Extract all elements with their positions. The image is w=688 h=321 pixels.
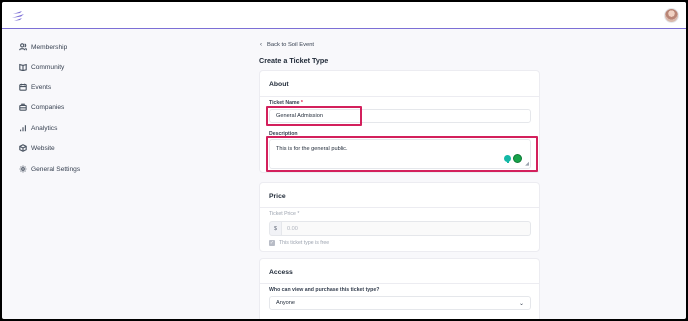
free-checkbox-row[interactable]: ✓ This ticket type is free: [269, 240, 329, 246]
ticket-name-highlight: [266, 106, 362, 126]
sidebar-item-label: Events: [31, 83, 52, 91]
access-card: Access Who can view and purchase this ti…: [259, 258, 540, 319]
calendar-icon: [19, 83, 27, 91]
book-icon: [19, 63, 27, 71]
ticket-price-label: Ticket Price *: [269, 211, 300, 217]
chevron-down-icon: ⌄: [518, 301, 524, 307]
about-title: About: [269, 81, 289, 88]
back-link[interactable]: ‹ Back to Soil Event: [260, 42, 314, 48]
free-checkbox[interactable]: ✓: [269, 240, 275, 246]
users-icon: [19, 43, 27, 51]
ticket-price-group: $ 0.00: [269, 221, 531, 236]
access-title: Access: [269, 269, 293, 276]
top-bar: [2, 2, 686, 29]
sidebar-item-community[interactable]: Community: [19, 60, 64, 74]
access-selected-option: Anyone: [276, 300, 295, 306]
sidebar-item-companies[interactable]: Companies: [19, 100, 64, 114]
divider: [260, 96, 539, 97]
access-question-label: Who can view and purchase this ticket ty…: [269, 287, 380, 293]
avatar[interactable]: [664, 8, 679, 23]
sidebar-item-membership[interactable]: Membership: [19, 40, 67, 54]
price-title: Price: [269, 193, 286, 200]
sidebar-item-label: Analytics: [31, 124, 58, 132]
sidebar-item-label: Membership: [31, 43, 68, 51]
description-highlight: [266, 136, 538, 172]
price-card: Price Ticket Price * $ 0.00 ✓ This ticke…: [259, 182, 540, 252]
bar-chart-icon: [20, 125, 26, 132]
price-placeholder: 0.00: [287, 225, 298, 232]
sidebar-item-label: Community: [31, 63, 65, 71]
app-logo-icon[interactable]: [11, 10, 25, 22]
sidebar-item-general-settings[interactable]: General Settings: [19, 162, 80, 176]
sidebar: Membership Community Events Companies An…: [2, 29, 242, 319]
free-checkbox-label: This ticket type is free: [279, 240, 330, 246]
page-title: Create a Ticket Type: [259, 56, 329, 65]
divider: [260, 207, 539, 208]
cube-icon: [19, 144, 27, 152]
chevron-left-icon: ‹: [260, 42, 262, 48]
divider: [260, 283, 539, 284]
sidebar-item-events[interactable]: Events: [19, 80, 51, 94]
back-link-label: Back to Soil Event: [267, 42, 315, 48]
sidebar-item-label: Companies: [31, 103, 65, 111]
sidebar-item-label: Website: [31, 144, 55, 152]
currency-prefix: $: [269, 221, 282, 236]
sidebar-item-analytics[interactable]: Analytics: [19, 121, 57, 135]
sidebar-item-label: General Settings: [31, 165, 81, 173]
sidebar-item-website[interactable]: Website: [19, 141, 55, 155]
building-icon: [19, 103, 27, 111]
app-window: Membership Community Events Companies An…: [2, 2, 686, 319]
gear-icon: [19, 165, 27, 173]
ticket-price-input[interactable]: 0.00: [282, 221, 531, 236]
access-select[interactable]: Anyone ⌄: [269, 296, 531, 310]
